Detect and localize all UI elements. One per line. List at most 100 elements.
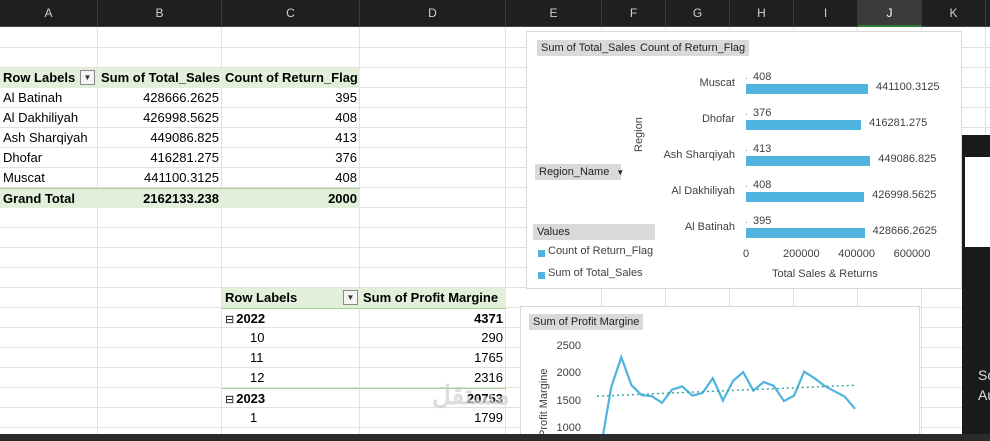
bar-sales[interactable]: [746, 156, 871, 166]
pivot1-total-sales[interactable]: 2162133.238: [98, 188, 222, 208]
bar-sales[interactable]: [746, 120, 862, 130]
data-label-sales: 428666.2625: [872, 225, 937, 237]
column-header-c[interactable]: C: [222, 0, 360, 27]
data-label-sales: 426998.5625: [872, 189, 937, 201]
bar-chart[interactable]: Sum of Total_Sales Count of Return_Flag …: [526, 31, 962, 289]
bar-returns[interactable]: [746, 114, 747, 115]
x-tick-label: 600000: [893, 248, 931, 260]
column-header-a[interactable]: A: [0, 0, 98, 27]
pivot1-header-label: Row Labels: [3, 70, 76, 85]
x-tick-label: 0: [742, 248, 750, 260]
pivot1-row-returns[interactable]: 408: [222, 108, 360, 128]
bar-returns[interactable]: [746, 78, 747, 79]
data-label-returns: 413: [753, 143, 772, 155]
x-axis-title: Total Sales & Returns: [772, 268, 878, 280]
pivot1-row-sales[interactable]: 416281.275: [98, 148, 222, 168]
bar-sales[interactable]: [746, 228, 865, 238]
column-header-g[interactable]: G: [666, 0, 730, 27]
filter-dropdown-icon[interactable]: ▼: [80, 70, 95, 85]
column-header-f[interactable]: F: [602, 0, 666, 27]
line-chart[interactable]: Sum of Profit Margine Profit Margine 250…: [520, 306, 920, 441]
pivot2-row-label[interactable]: 1: [222, 408, 360, 428]
y-tick-label: 1000: [556, 422, 581, 434]
y-tick-label: 2000: [556, 367, 581, 380]
pivot2-row-label[interactable]: 12: [222, 368, 360, 388]
pivot2-row-label[interactable]: 11: [222, 348, 360, 368]
pivot1-header-sales[interactable]: Sum of Total_Sales: [98, 68, 222, 88]
column-header-h[interactable]: H: [730, 0, 794, 27]
column-header-i[interactable]: I: [794, 0, 858, 27]
field-button-sales[interactable]: Sum of Total_Sales: [537, 40, 640, 56]
side-app-text1: Sc: [978, 367, 990, 383]
watermark: مستقل: [432, 380, 510, 410]
legend-sales: Sum of Total_Sales: [548, 267, 643, 279]
pivot2-row-value[interactable]: 1799: [360, 408, 506, 428]
filter-dropdown-icon[interactable]: ▼: [343, 290, 358, 305]
y-tick-label: 2500: [556, 340, 581, 352]
pivot2-group-row[interactable]: ⊟ 2022: [222, 308, 360, 328]
bar-returns[interactable]: [746, 150, 747, 151]
pivot1-row-sales[interactable]: 428666.2625: [98, 88, 222, 108]
pivot2-row-label[interactable]: 10: [222, 328, 360, 348]
row-field-button[interactable]: Region_Name ▼: [535, 164, 625, 180]
pivot1-total-label[interactable]: Grand Total: [0, 188, 98, 208]
pivot1-row-sales[interactable]: 441100.3125: [98, 168, 222, 188]
data-label-sales: 441100.3125: [876, 81, 940, 93]
pivot1-row-label[interactable]: Al Batinah: [0, 88, 98, 108]
legend-marker-returns: [538, 250, 545, 257]
side-app-thumbnail: [965, 157, 990, 247]
category-label: Muscat: [699, 77, 735, 89]
column-header-bar: ABCDEFGHIJK: [0, 0, 990, 27]
x-tick-label: 400000: [838, 248, 876, 260]
column-header-e[interactable]: E: [506, 0, 602, 27]
pivot2-row-value[interactable]: 290: [360, 328, 506, 348]
pivot1-row-returns[interactable]: 413: [222, 128, 360, 148]
pivot1-header-returns[interactable]: Count of Return_Flag: [222, 68, 360, 88]
column-header-b[interactable]: B: [98, 0, 222, 27]
legend-marker-sales: [538, 272, 545, 279]
bar-returns[interactable]: [746, 186, 747, 187]
pivot1-row-label[interactable]: Ash Sharqiyah: [0, 128, 98, 148]
bar-sales[interactable]: [746, 84, 869, 94]
dropdown-arrow-icon: ▼: [616, 168, 625, 177]
pivot2-header-profit[interactable]: Sum of Profit Margine: [360, 288, 506, 308]
category-label: Ash Sharqiyah: [663, 149, 735, 161]
x-tick-label: 200000: [782, 248, 820, 260]
category-label: Al Dakhiliyah: [671, 185, 735, 197]
minus-box-icon[interactable]: ⊟: [225, 314, 234, 326]
bar-sales[interactable]: [746, 192, 865, 202]
pivot2-row-text: 10: [250, 330, 265, 345]
pivot1-row-returns[interactable]: 408: [222, 168, 360, 188]
spreadsheet-window: ABCDEFGHIJK Row Labels ▼ Sum of Total_Sa…: [0, 0, 990, 441]
pivot1-row-label[interactable]: Dhofar: [0, 148, 98, 168]
side-app-text2: Au: [978, 387, 990, 403]
pivot1-row-sales[interactable]: 426998.5625: [98, 108, 222, 128]
category-label: Al Batinah: [684, 221, 735, 233]
pivot2-row-value[interactable]: 1765: [360, 348, 506, 368]
pivot2-row-value[interactable]: 4371: [360, 308, 506, 328]
pivot1-row-returns[interactable]: 376: [222, 148, 360, 168]
pivot1-total-returns[interactable]: 2000: [222, 188, 360, 208]
data-label-returns: 395: [753, 215, 772, 227]
data-label-returns: 408: [753, 179, 772, 191]
pivot1-row-label[interactable]: Al Dakhiliyah: [0, 108, 98, 128]
data-label-returns: 376: [753, 107, 772, 119]
pivot1-row-sales[interactable]: 449086.825: [98, 128, 222, 148]
pivot1-row-returns[interactable]: 395: [222, 88, 360, 108]
line-plot-area: [596, 353, 856, 441]
minus-box-icon[interactable]: ⊟: [225, 394, 234, 406]
pivot1-row-label[interactable]: Muscat: [0, 168, 98, 188]
legend-returns: Count of Return_Flag: [548, 245, 654, 257]
data-label-returns: 408: [753, 71, 772, 83]
side-app-window: Sc Au: [962, 135, 990, 441]
column-header-d[interactable]: D: [360, 0, 506, 27]
pivot2-header-row-labels[interactable]: Row Labels: [222, 288, 360, 308]
category-label: Dhofar: [701, 113, 735, 125]
field-button-returns[interactable]: Count of Return_Flag: [636, 40, 750, 56]
column-header-j[interactable]: J: [858, 0, 922, 27]
pivot2-row-text: 2023: [236, 391, 266, 406]
profit-line[interactable]: [600, 353, 856, 441]
column-header-k[interactable]: K: [922, 0, 986, 27]
bar-returns[interactable]: [746, 222, 747, 223]
pivot2-group-row[interactable]: ⊟ 2023: [222, 388, 360, 408]
